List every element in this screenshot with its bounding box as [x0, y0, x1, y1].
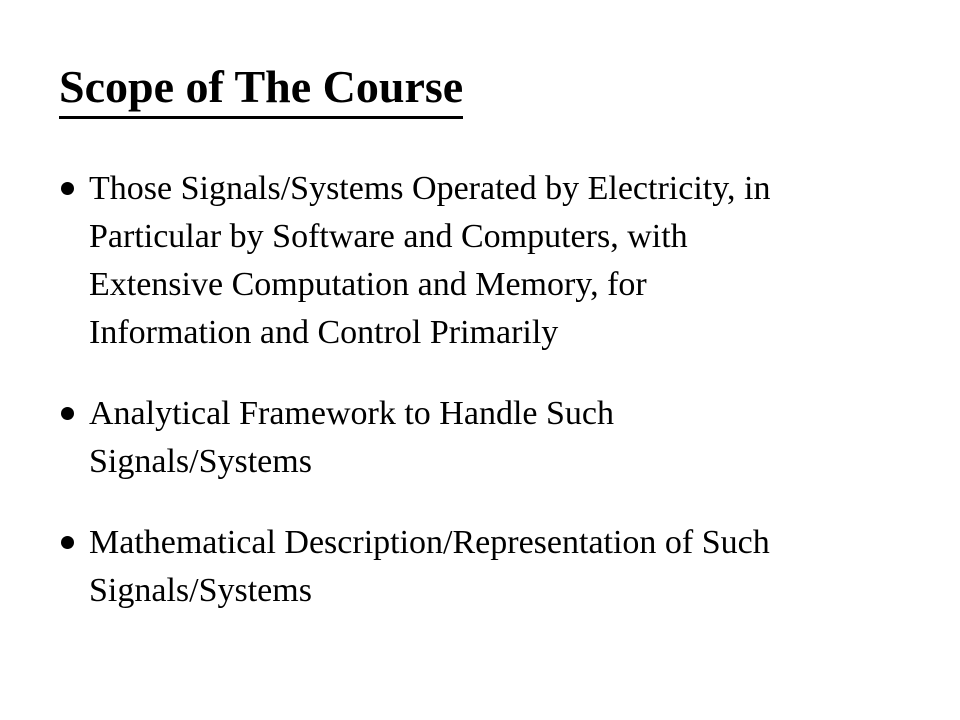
bullet-item-computation: Those Signals/Systems Operated by Electr… [58, 165, 908, 357]
bullet-line: Mathematical Description/Representation … [89, 524, 770, 561]
bullet-dot-icon [61, 182, 74, 195]
bullet-dot-icon [61, 407, 74, 420]
slide-title: Scope of The Course [59, 58, 464, 119]
bullet-item-representation: Mathematical Description/Representation … [58, 519, 908, 615]
bullet-list: Those Signals/Systems Operated by Electr… [58, 165, 908, 615]
bullet-line: Signals/Systems [89, 572, 312, 609]
bullet-line: Signals/Systems [89, 443, 312, 480]
bullet-line: Information and Control Primarily [89, 314, 559, 351]
bullet-item-framework: Analytical Framework to Handle Such Sign… [58, 390, 908, 486]
bullet-line: Particular by Software and Computers, wi… [89, 218, 688, 255]
bullet-dot-icon [61, 536, 74, 549]
bullet-line: Analytical Framework to Handle Such [89, 395, 614, 432]
bullet-line: Extensive Computation and Memory, for [89, 266, 647, 303]
bullet-line: Those Signals/Systems Operated by Electr… [89, 170, 771, 207]
slide: Scope of The Course Those Signals/System… [0, 0, 960, 720]
